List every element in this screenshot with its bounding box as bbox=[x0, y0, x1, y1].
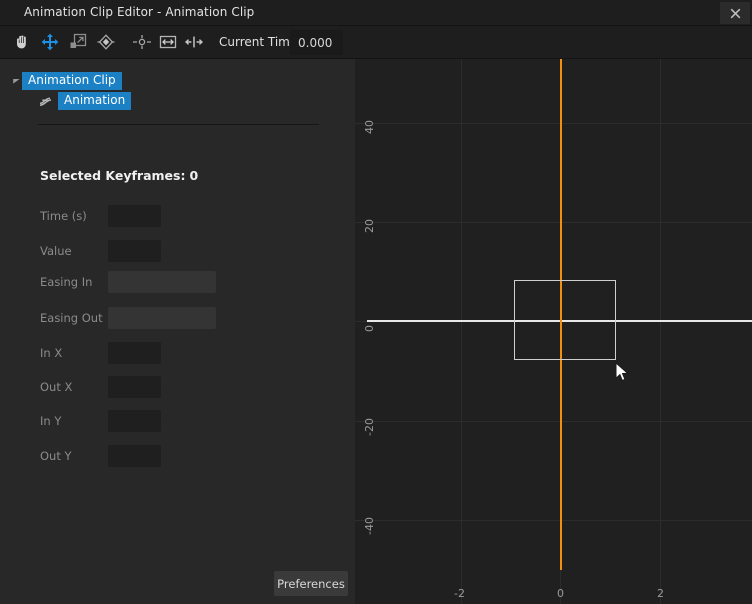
y-axis-tick-label: 0 bbox=[363, 325, 376, 332]
preferences-button[interactable]: Preferences bbox=[274, 571, 348, 596]
property-input-out-x[interactable] bbox=[108, 376, 161, 398]
curve-graph-area[interactable]: 40200-20-40 -202 bbox=[355, 59, 752, 604]
selection-rectangle[interactable] bbox=[514, 280, 616, 360]
mouse-arrow-cursor bbox=[615, 362, 630, 388]
current-time-value: 0.000 bbox=[298, 36, 332, 50]
tree-item-animation-clip[interactable]: Animation Clip bbox=[10, 71, 122, 90]
selected-keyframes-status: Selected Keyframes: 0 bbox=[40, 168, 198, 183]
keyframe-tool-button[interactable] bbox=[93, 29, 119, 55]
diamond-keyframe-icon bbox=[96, 33, 116, 51]
fit-horizontal-icon bbox=[158, 33, 178, 51]
scale-tool-button[interactable] bbox=[65, 29, 91, 55]
close-icon bbox=[730, 8, 741, 19]
property-label-out-x: Out X bbox=[40, 380, 72, 394]
property-label-time-seconds: Time (s) bbox=[40, 209, 87, 223]
preferences-button-label: Preferences bbox=[277, 577, 345, 591]
selected-keyframes-label: Selected Keyframes: bbox=[40, 168, 185, 183]
properties-panel: Animation Clip Animation Selected Keyfra… bbox=[0, 59, 355, 604]
property-input-in-x[interactable] bbox=[108, 342, 161, 364]
gridline-horizontal bbox=[355, 123, 752, 124]
current-time-input[interactable]: 0.000 bbox=[290, 30, 343, 55]
curve-icon bbox=[38, 91, 58, 110]
pan-tool-button[interactable] bbox=[9, 29, 35, 55]
property-input-out-y[interactable] bbox=[108, 445, 161, 467]
close-button[interactable] bbox=[720, 2, 750, 24]
y-axis-tick-label: 40 bbox=[363, 120, 376, 134]
animation-clip-editor-window: Animation Clip Editor - Animation Clip bbox=[0, 0, 752, 604]
current-time-label: Current Time bbox=[219, 35, 297, 49]
property-input-in-y[interactable] bbox=[108, 410, 161, 432]
property-label-in-x: In X bbox=[40, 346, 62, 360]
selected-keyframes-count: 0 bbox=[189, 168, 198, 183]
scale-box-icon bbox=[69, 33, 87, 51]
property-label-value: Value bbox=[40, 244, 72, 258]
tree-item-animation-label: Animation bbox=[58, 92, 131, 110]
tree-item-animation[interactable]: Animation bbox=[38, 91, 131, 110]
property-label-easing-out: Easing Out bbox=[40, 311, 103, 325]
tree-item-animation-clip-label: Animation Clip bbox=[22, 72, 122, 90]
snap-center-tool-button[interactable] bbox=[129, 29, 155, 55]
snap-center-icon bbox=[132, 33, 152, 51]
hand-icon bbox=[13, 33, 31, 51]
x-axis-tick-label: 2 bbox=[657, 587, 664, 600]
property-label-easing-in: Easing In bbox=[40, 275, 92, 289]
property-input-time-seconds[interactable] bbox=[108, 205, 161, 227]
window-title: Animation Clip Editor - Animation Clip bbox=[24, 5, 254, 19]
property-label-out-y: Out Y bbox=[40, 449, 72, 463]
x-axis-tick-label: 0 bbox=[557, 587, 564, 600]
y-axis-tick-label: 20 bbox=[363, 219, 376, 233]
title-bar: Animation Clip Editor - Animation Clip bbox=[0, 0, 752, 26]
align-time-tool-button[interactable] bbox=[181, 29, 207, 55]
gridline-vertical bbox=[660, 59, 661, 604]
gridline-horizontal bbox=[355, 222, 752, 223]
property-input-easing-in[interactable] bbox=[108, 271, 216, 293]
property-input-easing-out[interactable] bbox=[108, 307, 216, 329]
disclosure-triangle-icon[interactable] bbox=[10, 71, 22, 90]
gridline-horizontal bbox=[355, 421, 752, 422]
gridline-horizontal bbox=[355, 520, 752, 521]
x-axis-tick-label: -2 bbox=[454, 587, 465, 600]
toolbar: Current Time 0.000 bbox=[0, 26, 752, 59]
move-arrows-icon bbox=[41, 33, 59, 51]
gridline-vertical bbox=[461, 59, 462, 604]
align-time-icon bbox=[184, 33, 204, 51]
panel-divider bbox=[38, 124, 319, 125]
y-axis-tick-label: -40 bbox=[363, 517, 376, 535]
property-label-in-y: In Y bbox=[40, 414, 61, 428]
property-input-value[interactable] bbox=[108, 240, 161, 262]
move-tool-button[interactable] bbox=[37, 29, 63, 55]
y-axis-tick-label: -20 bbox=[363, 418, 376, 436]
fit-horizontal-tool-button[interactable] bbox=[155, 29, 181, 55]
